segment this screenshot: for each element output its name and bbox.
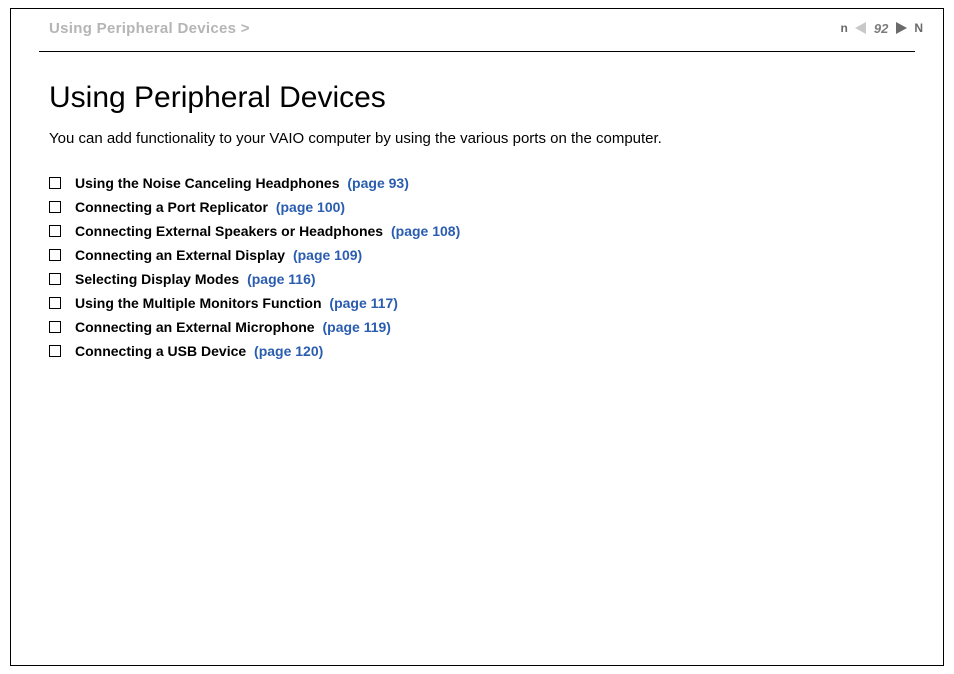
toc-label: Connecting a Port Replicator xyxy=(75,199,268,215)
toc-page-link[interactable]: (page 108) xyxy=(391,223,460,239)
square-bullet-icon xyxy=(49,321,61,333)
header-rule xyxy=(39,51,915,52)
toc-page-link[interactable]: (page 119) xyxy=(322,319,390,335)
toc-list: Using the Noise Canceling Headphones (pa… xyxy=(49,171,905,363)
forward-letter: N xyxy=(914,22,923,34)
toc-label: Using the Noise Canceling Headphones xyxy=(75,175,340,191)
triangle-left-icon xyxy=(854,21,868,35)
toc-item: Using the Multiple Monitors Function (pa… xyxy=(49,291,905,315)
next-page-button[interactable] xyxy=(892,19,910,37)
square-bullet-icon xyxy=(49,201,61,213)
toc-item: Connecting a Port Replicator (page 100) xyxy=(49,195,905,219)
toc-page-link[interactable]: (page 116) xyxy=(247,271,315,287)
breadcrumb: Using Peripheral Devices > xyxy=(49,20,250,37)
toc-label: Connecting External Speakers or Headphon… xyxy=(75,223,383,239)
toc-item: Connecting an External Microphone (page … xyxy=(49,315,905,339)
header: Using Peripheral Devices > n 92 N xyxy=(49,19,923,37)
toc-page-link[interactable]: (page 120) xyxy=(254,343,323,359)
page-title: Using Peripheral Devices xyxy=(49,81,905,115)
toc-item: Using the Noise Canceling Headphones (pa… xyxy=(49,171,905,195)
square-bullet-icon xyxy=(49,225,61,237)
square-bullet-icon xyxy=(49,249,61,261)
toc-item: Connecting an External Display (page 109… xyxy=(49,243,905,267)
toc-label: Using the Multiple Monitors Function xyxy=(75,295,322,311)
pager: n 92 N xyxy=(841,19,923,37)
toc-label: Selecting Display Modes xyxy=(75,271,239,287)
toc-page-link[interactable]: (page 100) xyxy=(276,199,345,215)
square-bullet-icon xyxy=(49,273,61,285)
toc-item: Connecting External Speakers or Headphon… xyxy=(49,219,905,243)
intro-text: You can add functionality to your VAIO c… xyxy=(49,129,905,149)
prev-page-button[interactable] xyxy=(852,19,870,37)
triangle-right-icon xyxy=(894,21,908,35)
square-bullet-icon xyxy=(49,177,61,189)
toc-item: Connecting a USB Device (page 120) xyxy=(49,339,905,363)
toc-label: Connecting an External Display xyxy=(75,247,285,263)
toc-label: Connecting a USB Device xyxy=(75,343,246,359)
square-bullet-icon xyxy=(49,345,61,357)
toc-label: Connecting an External Microphone xyxy=(75,319,315,335)
rewind-letter: n xyxy=(841,22,848,34)
page-number: 92 xyxy=(874,21,888,36)
toc-page-link[interactable]: (page 93) xyxy=(347,175,408,191)
toc-item: Selecting Display Modes (page 116) xyxy=(49,267,905,291)
main-content: Using Peripheral Devices You can add fun… xyxy=(49,81,905,363)
square-bullet-icon xyxy=(49,297,61,309)
page-frame: Using Peripheral Devices > n 92 N Using … xyxy=(10,8,944,666)
toc-page-link[interactable]: (page 109) xyxy=(293,247,362,263)
toc-page-link[interactable]: (page 117) xyxy=(329,295,397,311)
